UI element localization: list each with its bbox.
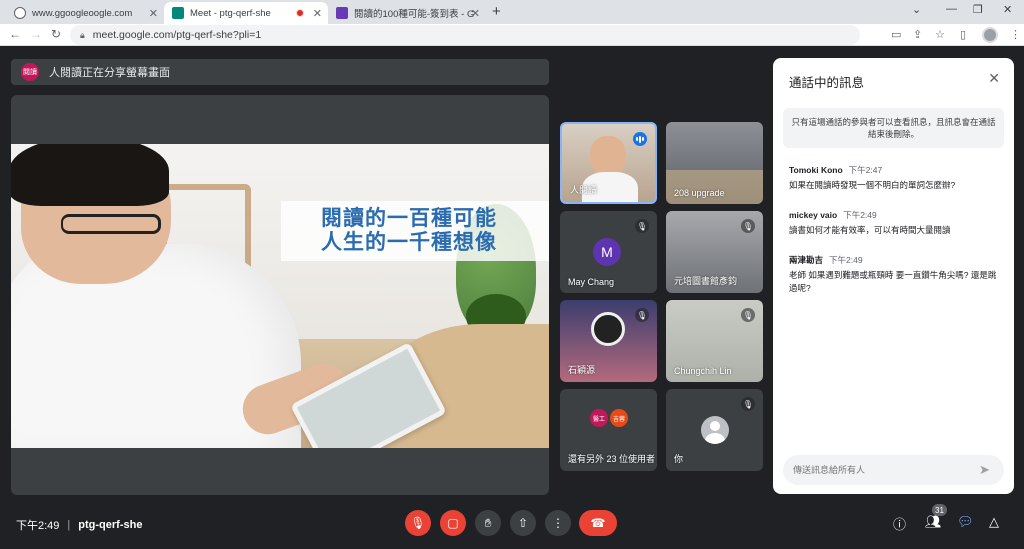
presenting-banner: 閱讀 人閱讀正在分享螢幕畫面: [11, 59, 549, 85]
back-icon[interactable]: ←: [9, 27, 21, 41]
participant-name: 人閱讀: [570, 185, 598, 195]
chat-title: 通話中的訊息: [789, 76, 865, 90]
tab-search-icon[interactable]: ⌄: [912, 3, 921, 16]
participant-tile-chungchih[interactable]: 🎙︎ Chungchih Lin: [666, 300, 763, 382]
tab-meet[interactable]: Meet - ptg-qerf-she ✕: [164, 2, 328, 24]
participant-name: Chungchih Lin: [674, 366, 732, 376]
meet-icon: [172, 7, 184, 19]
share-icon[interactable]: ⇪: [913, 28, 922, 41]
participant-name: 你: [674, 454, 684, 464]
participant-name: 還有另外 23 位使用者: [568, 454, 656, 464]
cast-icon[interactable]: ▭: [891, 28, 901, 41]
chat-message: mickey vaio 下午2:49 讀書如何才能有效率，可以有時間大量閱讀: [789, 210, 951, 235]
bookmark-star-icon[interactable]: ☆: [935, 28, 945, 41]
avatar: M: [593, 238, 621, 266]
browser-tab-strip: www.ggoogleoogle.com ✕ Meet - ptg-qerf-s…: [0, 0, 1024, 24]
mic-off-icon: 🎙︎: [741, 219, 755, 233]
slide-title-banner: 閱讀的一百種可能 人生的一千種想像: [281, 201, 549, 261]
close-tab-icon[interactable]: ✕: [149, 7, 158, 20]
presenting-text: 人閱讀正在分享螢幕畫面: [49, 67, 170, 79]
close-icon[interactable]: ✕: [988, 70, 1000, 87]
people-icon[interactable]: 👥︎: [925, 514, 942, 530]
present-screen-button[interactable]: ⇧: [510, 510, 536, 536]
participant-count-badge: 31: [932, 504, 947, 516]
meet-window: 閱讀 人閱讀正在分享螢幕畫面 閱讀的一百種可能 人生的一千種想像 人閱讀 208…: [0, 47, 1024, 549]
raise-hand-button[interactable]: ✋︎: [475, 510, 501, 536]
new-tab-button[interactable]: +: [492, 3, 501, 20]
participant-tile-shih[interactable]: 🎙︎ 石穎源: [560, 300, 657, 382]
send-icon[interactable]: ➤: [979, 462, 990, 478]
obs-logo-icon: [591, 312, 625, 346]
slide-title-line1: 閱讀的一百種可能: [321, 207, 497, 230]
participant-name: 石穎源: [568, 365, 596, 375]
slide-title-line2: 人生的一千種想像: [321, 231, 497, 254]
chat-input[interactable]: [783, 455, 1004, 485]
meeting-details-icon[interactable]: ⓘ: [893, 514, 906, 533]
mic-off-icon: 🎙︎: [741, 308, 755, 322]
tab-ggoogleoogle[interactable]: www.ggoogleoogle.com ✕: [6, 2, 164, 24]
avatar: 醫工: [590, 409, 608, 427]
maximize-icon[interactable]: ❐: [973, 3, 983, 16]
chat-message: 兩津勘吉 下午2:49 老師 如果遇到難題或瓶頸時 要一直鑽牛角尖嗎? 還是跳過呢…: [789, 255, 997, 293]
presentation-slide: 閱讀的一百種可能 人生的一千種想像: [11, 144, 549, 448]
menu-kebab-icon[interactable]: ⋮: [1010, 28, 1021, 41]
participant-tile-may-chang[interactable]: 🎙︎ M May Chang: [560, 211, 657, 293]
close-tab-icon[interactable]: ✕: [313, 7, 322, 20]
tab-signin-sheet[interactable]: 閱讀的100種可能-簽到表 - Goog ✕: [328, 2, 486, 24]
reload-icon[interactable]: ↻: [51, 27, 61, 41]
side-panel-icon[interactable]: ▯: [960, 28, 966, 41]
more-options-button[interactable]: ⋮: [545, 510, 571, 536]
participant-name: 元培圖書館彥鈞: [674, 276, 738, 286]
forms-icon: [336, 7, 348, 19]
recording-dot-icon: [296, 9, 304, 17]
participant-name: May Chang: [568, 277, 615, 287]
mic-off-icon: 🎙︎: [741, 397, 755, 411]
mic-off-icon: 🎙︎: [635, 308, 649, 322]
avatar: [701, 416, 729, 444]
lock-icon: 🔒︎: [80, 29, 85, 40]
address-toolbar: ← → ↻ 🔒︎ meet.google.com/ptg-qerf-she?pl…: [0, 24, 1024, 46]
presenter-avatar: 閱讀: [21, 63, 39, 81]
close-window-icon[interactable]: ✕: [1003, 3, 1012, 16]
participant-tile-others[interactable]: 醫工 吉蓉 還有另外 23 位使用者: [560, 389, 657, 471]
participant-tile-speaker[interactable]: 人閱讀: [560, 122, 657, 204]
meeting-info: 下午2:49 | ptg-qerf-she: [16, 519, 143, 532]
participant-tile-you[interactable]: 🎙︎ 你: [666, 389, 763, 471]
speaking-indicator-icon: [633, 132, 647, 146]
profile-avatar[interactable]: [982, 27, 998, 43]
close-tab-icon[interactable]: ✕: [471, 7, 480, 20]
current-time: 下午2:49: [16, 520, 60, 532]
leave-call-button[interactable]: ☎︎: [579, 510, 617, 536]
chat-panel: 通話中的訊息 ✕ 只有這場通話的參與者可以查看訊息，且訊息會在通話結束後刪除。 …: [773, 58, 1014, 494]
shared-screen-stage[interactable]: 閱讀的一百種可能 人生的一千種想像: [11, 95, 549, 495]
participant-name: 208 upgrade: [674, 188, 725, 198]
chat-icon[interactable]: 💬︎: [957, 514, 974, 530]
chat-notice: 只有這場通話的參與者可以查看訊息，且訊息會在通話結束後刪除。: [783, 108, 1004, 148]
mic-off-icon: 🎙︎: [635, 219, 649, 233]
activities-icon[interactable]: △: [989, 514, 999, 530]
chat-message: Tomoki Kono 下午2:47 如果在閱讀時發現一個不明白的單詞怎麼辦?: [789, 165, 956, 190]
url-bar[interactable]: 🔒︎ meet.google.com/ptg-qerf-she?pli=1: [70, 25, 860, 45]
participant-tile-library[interactable]: 🎙︎ 元培圖書館彥鈞: [666, 211, 763, 293]
minimize-icon[interactable]: —: [946, 3, 957, 15]
mic-off-button[interactable]: 🎙︎: [405, 510, 431, 536]
meeting-code: ptg-qerf-she: [78, 519, 143, 531]
camera-off-button[interactable]: ▢: [440, 510, 466, 536]
avatar: 吉蓉: [610, 409, 628, 427]
forward-icon[interactable]: →: [30, 27, 42, 41]
globe-icon: [14, 7, 26, 19]
participant-tile-classroom[interactable]: 208 upgrade: [666, 122, 763, 204]
